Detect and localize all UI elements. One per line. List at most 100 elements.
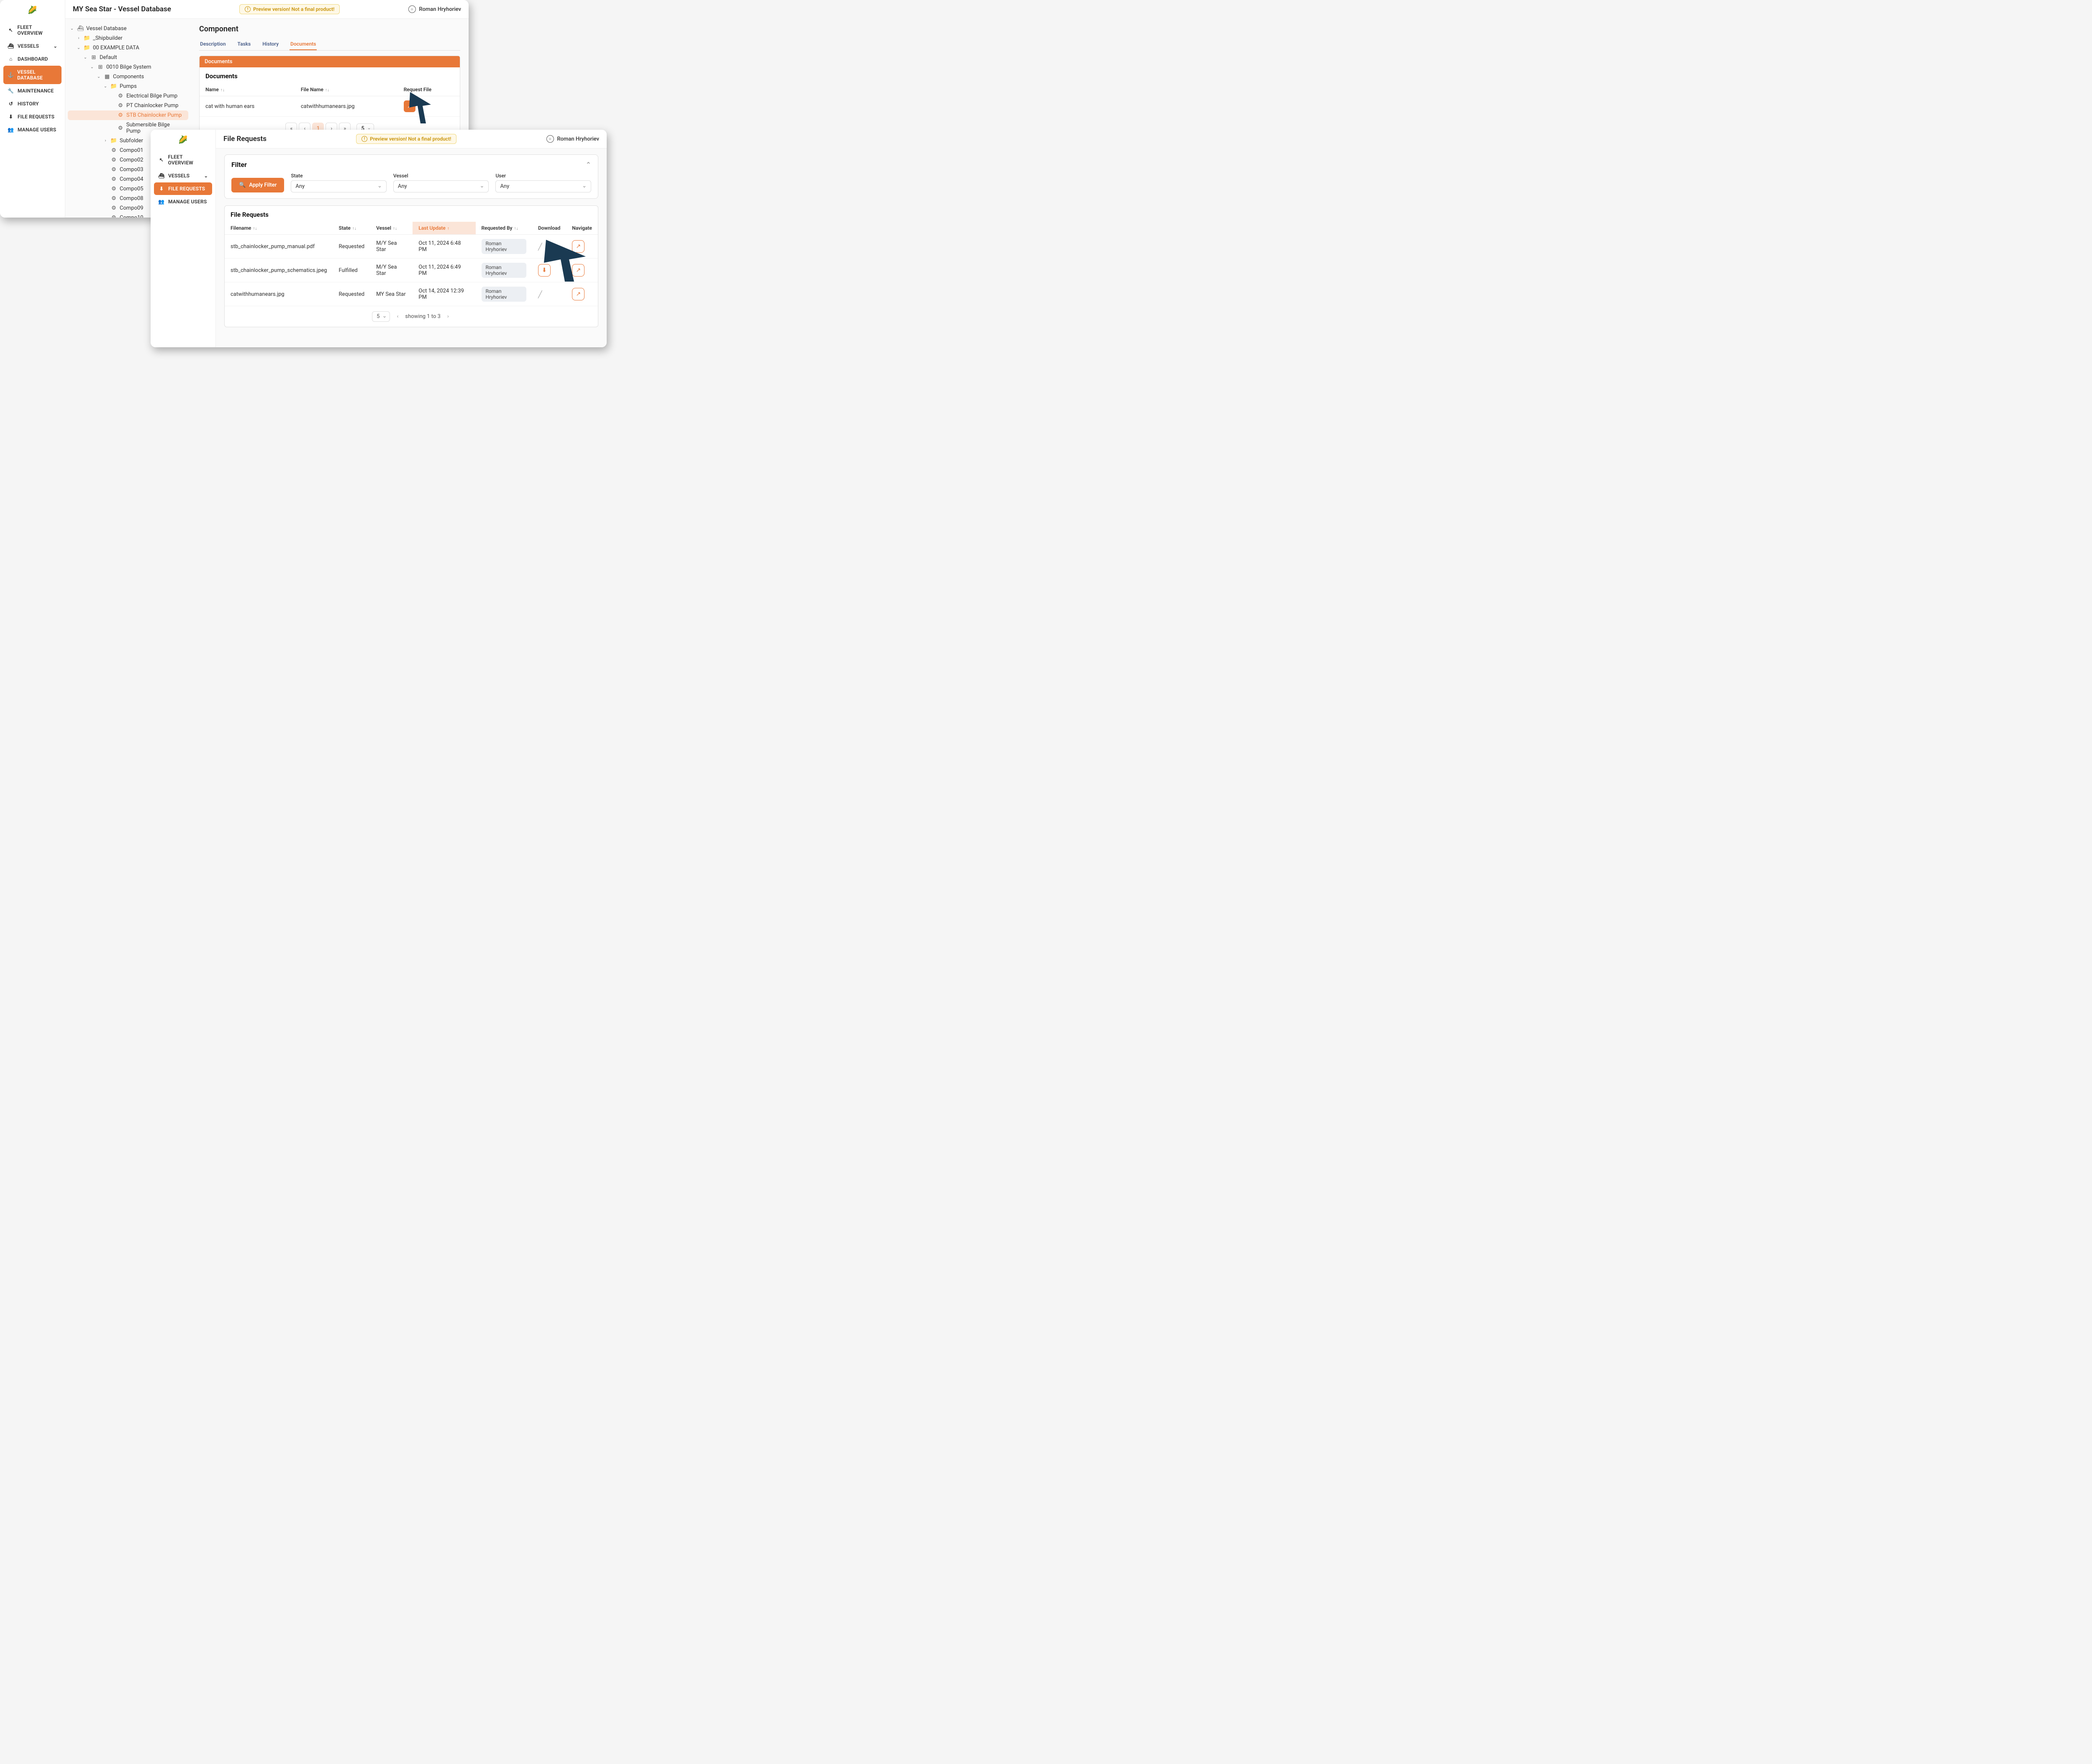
tree-toggle-icon[interactable]: ⌄ <box>83 55 88 60</box>
apply-filter-button[interactable]: 🔍Apply Filter <box>231 178 284 192</box>
tree-label: Compo03 <box>120 167 144 173</box>
navigate-button[interactable]: ↗ <box>572 264 585 277</box>
chevron-down-icon: ⌄ <box>54 44 57 49</box>
cell-name: cat with human ears <box>200 96 295 117</box>
tree-label: Subfolder <box>120 138 143 144</box>
gear-icon: ⚙ <box>117 125 124 131</box>
nav-dashboard[interactable]: ⌂DASHBOARD <box>3 53 62 65</box>
tab-documents[interactable]: Documents <box>290 38 317 50</box>
tree-toggle-icon[interactable]: ⌄ <box>90 65 95 69</box>
tree-row[interactable]: ⌄⊞0010 Bilge System <box>68 62 188 72</box>
tree-row[interactable]: ⚙Electrical Bilge Pump <box>68 91 188 101</box>
nav-label: FLEET OVERVIEW <box>18 24 57 36</box>
cell-state: Requested <box>333 282 371 306</box>
download-icon: ⬇ <box>158 186 165 192</box>
sort-icon: ↑↓ <box>514 226 518 231</box>
cell-updated: Oct 11, 2024 6:48 PM <box>413 235 475 259</box>
col-download: Download <box>532 222 566 235</box>
gear-icon: ⚙ <box>110 215 117 218</box>
user-name: Roman Hryhoriev <box>419 6 461 13</box>
file-requests-table: Filename↑↓ State↑↓ Vessel↑↓ Last Update↑… <box>225 222 598 306</box>
tree-toggle-icon[interactable]: ⌄ <box>103 84 108 89</box>
col-last-update[interactable]: Last Update↑ <box>413 222 475 235</box>
col-state[interactable]: State↑↓ <box>333 222 371 235</box>
app-logo-icon: 🌽 <box>154 133 212 150</box>
nav-maintenance[interactable]: 🔧MAINTENANCE <box>3 85 62 97</box>
col-vessel[interactable]: Vessel↑↓ <box>370 222 413 235</box>
state-select[interactable]: Any <box>291 180 387 192</box>
tree-label: Compo04 <box>120 176 144 182</box>
arrow-up-left-icon: ↖ <box>158 157 165 163</box>
tab-description[interactable]: Description <box>199 38 227 50</box>
tree-row[interactable]: ⌄📁Pumps <box>68 82 188 91</box>
tree-row[interactable]: ⌄⊞Default <box>68 53 188 62</box>
page-next[interactable]: › <box>446 313 451 320</box>
cell-requested-by: Roman Hryhoriev <box>476 235 532 259</box>
folder-icon: 📁 <box>110 83 117 90</box>
col-filename[interactable]: Filename↑↓ <box>225 222 333 235</box>
tree-toggle-icon[interactable]: ⌄ <box>69 26 74 31</box>
nav-manage-users[interactable]: 👥MANAGE USERS <box>154 195 212 208</box>
tree-row[interactable]: ⌄▦Components <box>68 72 188 82</box>
vessel-select[interactable]: Any <box>393 180 489 192</box>
nav-label: FILE REQUESTS <box>18 114 54 120</box>
tree-icon: ⊞ <box>97 64 104 70</box>
documents-card: Documents Documents Name↑↓ File Name↑↓ R… <box>199 56 460 141</box>
preview-text: Preview version! Not a final product! <box>253 6 334 12</box>
wrench-icon: 🔧 <box>8 88 14 94</box>
tab-tasks[interactable]: Tasks <box>237 38 252 50</box>
page-prev[interactable]: ‹ <box>395 313 400 320</box>
download-button[interactable]: ⬇ <box>538 264 551 277</box>
col-requested-by[interactable]: Requested By↑↓ <box>476 222 532 235</box>
user-select[interactable]: Any <box>495 180 591 192</box>
sidebar: 🌽 ↖FLEET OVERVIEW ⛴VESSELS⌄ ⬇FILE REQUES… <box>151 130 216 347</box>
tree-row[interactable]: ⌄📁00 EXAMPLE DATA <box>68 43 188 53</box>
anchor-icon: ⚓ <box>8 72 14 78</box>
user-chip[interactable]: ○Roman Hryhoriev <box>546 135 600 143</box>
users-icon: 👥 <box>8 127 14 133</box>
nav-manage-users[interactable]: 👥MANAGE USERS <box>3 123 62 136</box>
collapse-icon[interactable]: ⌃ <box>586 161 591 169</box>
page-size-select[interactable]: 5 <box>372 311 390 322</box>
tree-toggle-icon[interactable]: › <box>103 138 108 143</box>
nav-file-requests[interactable]: ⬇FILE REQUESTS <box>154 182 212 195</box>
cell-updated: Oct 14, 2024 12:39 PM <box>413 282 475 306</box>
col-filename[interactable]: File Name↑↓ <box>295 83 398 96</box>
gear-icon: ⚙ <box>110 167 117 173</box>
tree-icon: ⊞ <box>90 54 97 61</box>
nav-vessels[interactable]: ⛴VESSELS⌄ <box>3 40 62 52</box>
tree-row[interactable]: ⌄⛴Vessel Database <box>68 24 188 33</box>
tree-label: PT Chainlocker Pump <box>126 103 178 109</box>
nav-history[interactable]: ↺HISTORY <box>3 97 62 110</box>
sort-icon: ↑↓ <box>325 88 329 92</box>
tree-row[interactable]: ⚙STB Chainlocker Pump <box>68 110 188 120</box>
tab-history[interactable]: History <box>262 38 279 50</box>
no-download-icon: ╱ <box>538 243 542 251</box>
tree-label: Vessel Database <box>86 26 127 32</box>
cell-requested-by: Roman Hryhoriev <box>476 282 532 306</box>
nav-fleet-overview[interactable]: ↖ FLEET OVERVIEW <box>3 21 62 39</box>
file-requests-card: File Requests Filename↑↓ State↑↓ Vessel↑… <box>224 205 598 327</box>
tree-toggle-icon[interactable]: ⌄ <box>96 74 101 79</box>
page-showing: showing 1 to 3 <box>405 313 441 320</box>
nav-file-requests[interactable]: ⬇FILE REQUESTS <box>3 110 62 123</box>
tree-row[interactable]: ⚙PT Chainlocker Pump <box>68 101 188 110</box>
arrow-up-left-icon: ↖ <box>8 27 14 33</box>
navigate-button[interactable]: ↗ <box>572 240 585 253</box>
sidebar: 🌽 ↖FLEET OVERVIEW ⛴VESSELS⌄ ⌂DASHBOARD ⚓… <box>0 0 65 218</box>
preview-badge: !Preview version! Not a final product! <box>239 4 340 14</box>
nav-vessels[interactable]: ⛴VESSELS⌄ <box>154 169 212 182</box>
nav-fleet-overview[interactable]: ↖FLEET OVERVIEW <box>154 151 212 169</box>
user-chip[interactable]: ○Roman Hryhoriev <box>408 5 461 13</box>
col-name[interactable]: Name↑↓ <box>200 83 295 96</box>
cell-state: Fulfilled <box>333 259 371 282</box>
request-file-button[interactable]: ↗ <box>404 100 415 112</box>
tree-row[interactable]: ›📁_Shipbuilder <box>68 33 188 43</box>
tree-toggle-icon[interactable]: › <box>76 36 81 41</box>
nav-vessel-database[interactable]: ⚓VESSEL DATABASE <box>3 66 62 84</box>
ship-icon: ⛴ <box>158 173 165 179</box>
tree-toggle-icon[interactable]: ⌄ <box>76 46 81 50</box>
tree-label: Electrical Bilge Pump <box>126 93 177 99</box>
tabs: Description Tasks History Documents <box>199 38 460 51</box>
navigate-button[interactable]: ↗ <box>572 288 585 300</box>
